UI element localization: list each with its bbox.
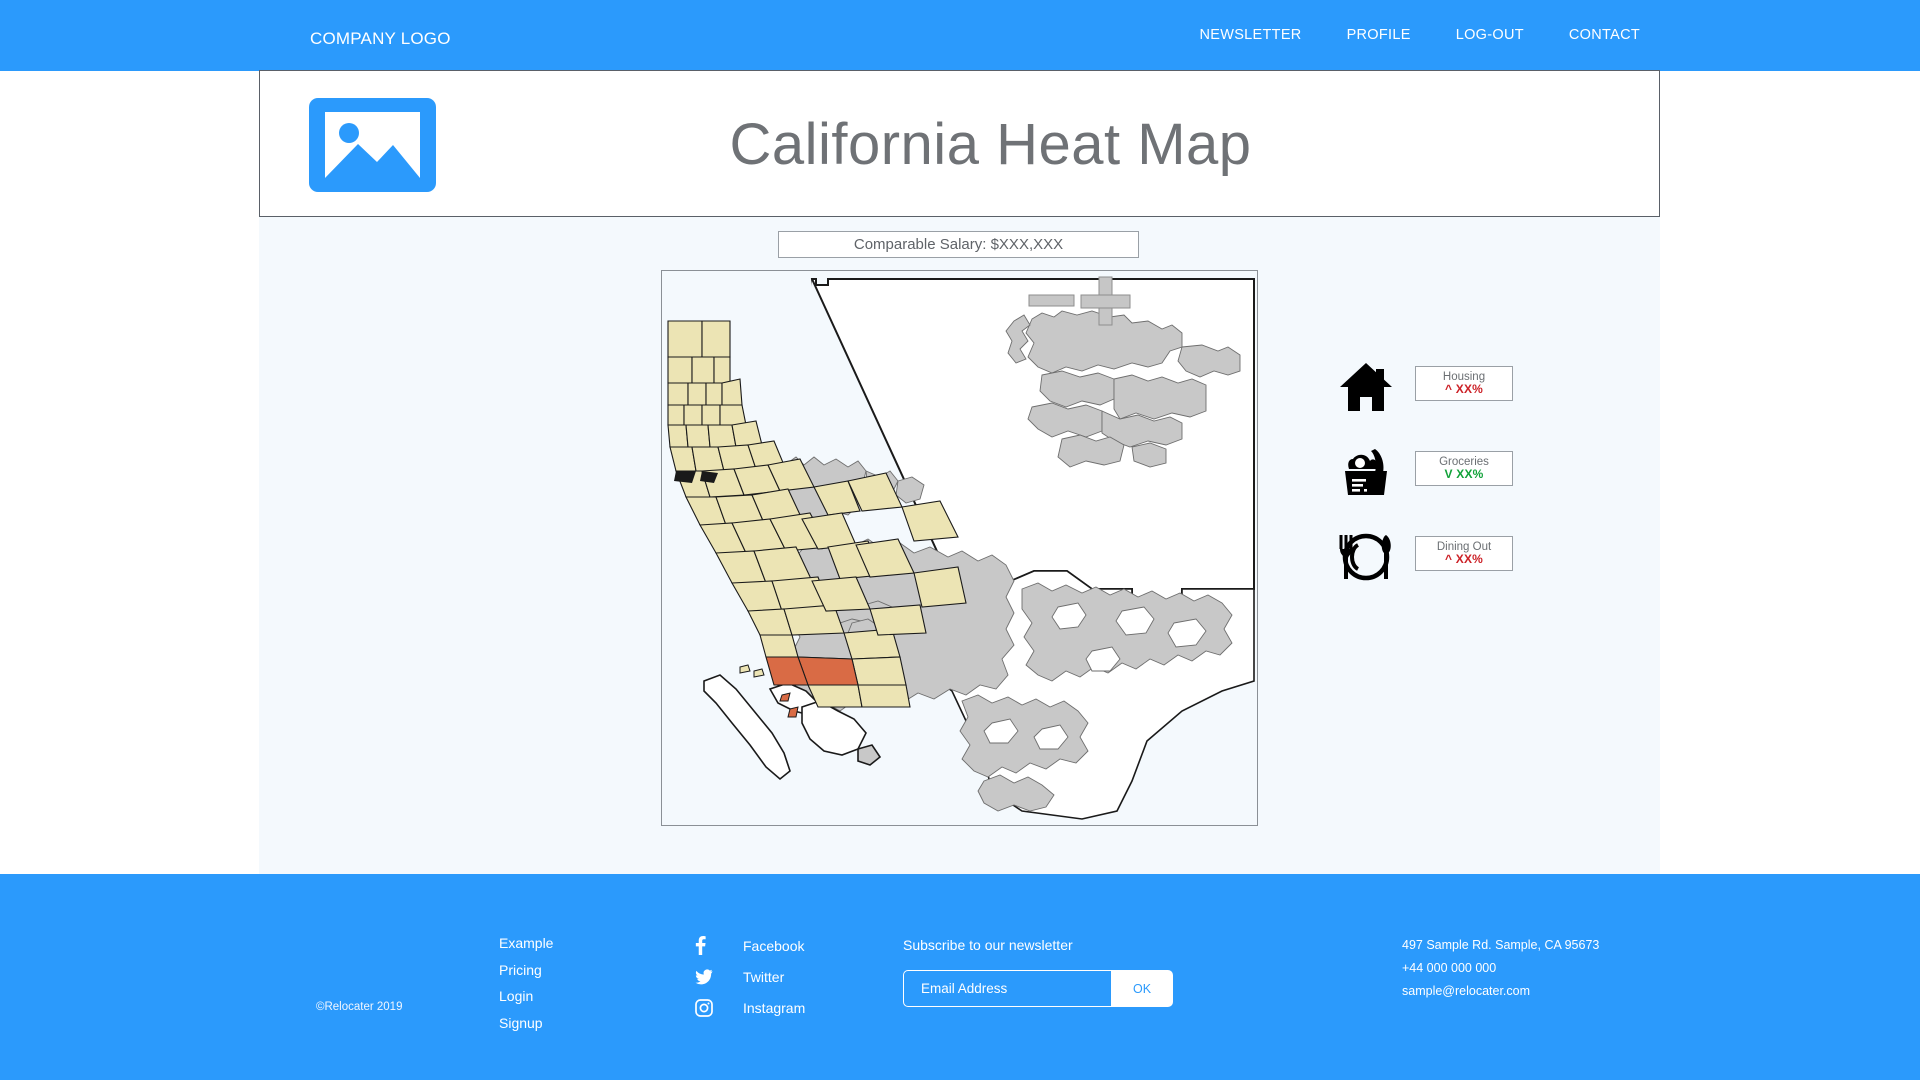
top-navigation-bar: COMPANY LOGO NEWSLETTER PROFILE LOG-OUT … <box>0 0 1920 71</box>
contact-email: sample@relocater.com <box>1402 984 1531 998</box>
social-label-facebook: Facebook <box>743 937 805 954</box>
copyright-text: ©Relocater 2019 <box>316 1001 403 1013</box>
footer-link-login[interactable]: Login <box>499 988 553 1004</box>
zoom-out-button[interactable] <box>1028 294 1075 307</box>
house-icon <box>1336 357 1396 417</box>
housing-value-box: Housing ^ XX% <box>1415 366 1513 401</box>
social-label-instagram: Instagram <box>743 999 806 1016</box>
nav-link-newsletter[interactable]: NEWSLETTER <box>1199 27 1301 43</box>
facebook-icon <box>695 936 725 955</box>
footer-contact-info: 497 Sample Rd. Sample, CA 95673 +44 000 … <box>1402 938 1599 1007</box>
footer-link-example[interactable]: Example <box>499 935 553 951</box>
la-county-map[interactable] <box>662 271 1257 825</box>
newsletter-signup: Subscribe to our newsletter OK <box>903 937 1173 1007</box>
nav-link-contact[interactable]: CONTACT <box>1569 27 1640 43</box>
page-title: California Heat Map <box>729 112 1252 177</box>
company-logo-text[interactable]: COMPANY LOGO <box>310 29 451 49</box>
heat-map-viewport[interactable] <box>661 270 1258 826</box>
social-link-instagram[interactable]: Instagram <box>695 997 805 1018</box>
cost-card-housing[interactable]: Housing ^ XX% <box>1336 357 1616 442</box>
social-link-facebook[interactable]: Facebook <box>695 935 805 956</box>
newsletter-title: Subscribe to our newsletter <box>903 937 1073 953</box>
groceries-icon <box>1336 442 1396 502</box>
dining-value-box: Dining Out ^ XX% <box>1415 536 1513 571</box>
social-label-twitter: Twitter <box>743 968 785 985</box>
dining-delta: ^ XX% <box>1444 552 1484 567</box>
twitter-icon <box>695 968 725 985</box>
main-content-panel: Comparable Salary: $XXX,XXX Housing ^ XX… <box>259 217 1660 874</box>
nav-link-profile[interactable]: PROFILE <box>1347 27 1411 43</box>
social-link-twitter[interactable]: Twitter <box>695 966 805 987</box>
newsletter-form: OK <box>903 970 1173 1007</box>
dining-icon <box>1336 527 1396 587</box>
groceries-value-box: Groceries V XX% <box>1415 451 1513 486</box>
page-header-bar: California Heat Map <box>259 70 1660 217</box>
cost-card-groceries[interactable]: Groceries V XX% <box>1336 442 1616 527</box>
footer-links: Example Pricing Login Signup <box>499 935 553 1041</box>
nav-links: NEWSLETTER PROFILE LOG-OUT CONTACT <box>1199 27 1640 43</box>
groceries-delta: V XX% <box>1444 467 1484 482</box>
contact-address: 497 Sample Rd. Sample, CA 95673 <box>1402 938 1600 952</box>
footer-social-links: Facebook Twitter Instagram <box>695 935 805 1028</box>
footer-link-pricing[interactable]: Pricing <box>499 962 553 978</box>
newsletter-submit-button[interactable]: OK <box>1111 970 1173 1007</box>
instagram-icon <box>695 998 725 1017</box>
email-input[interactable] <box>903 970 1111 1007</box>
footer-link-signup[interactable]: Signup <box>499 1015 553 1031</box>
nav-link-logout[interactable]: LOG-OUT <box>1456 27 1524 43</box>
cost-card-dining-out[interactable]: Dining Out ^ XX% <box>1336 527 1616 612</box>
housing-delta: ^ XX% <box>1444 382 1484 397</box>
contact-phone: +44 000 000 000 <box>1402 961 1497 975</box>
cost-of-living-cards: Housing ^ XX% Groceries V XX% Dining Out… <box>1336 357 1616 612</box>
comparable-salary-field[interactable]: Comparable Salary: $XXX,XXX <box>778 231 1139 258</box>
